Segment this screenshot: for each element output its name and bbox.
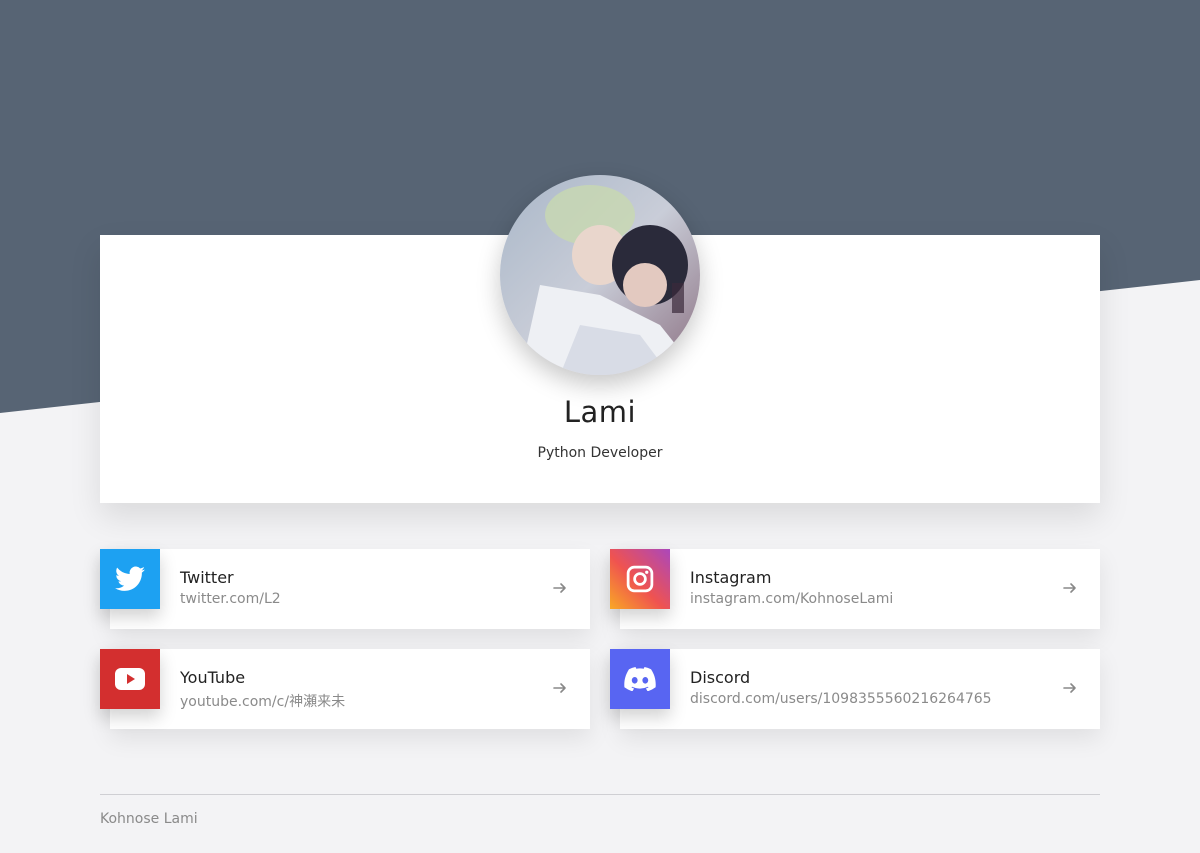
twitter-link-card[interactable]: Twitter twitter.com/L2 [100,549,590,629]
link-url: discord.com/users/1098355560216264765 [690,691,992,707]
instagram-icon [610,549,670,609]
profile-name: Lami [563,395,637,429]
youtube-link-card[interactable]: YouTube youtube.com/c/神瀬来未 [100,649,590,729]
link-title: Discord [690,668,751,687]
arrow-right-icon [553,583,566,593]
arrow-right-icon [1063,583,1076,593]
profile-role: Python Developer [537,445,663,461]
footer-text: Kohnose Lami [100,811,198,827]
link-url: instagram.com/KohnoseLami [690,591,894,607]
youtube-icon [100,649,160,709]
arrow-right-icon [1063,683,1076,693]
instagram-link-card[interactable]: Instagram instagram.com/KohnoseLami [610,549,1100,629]
arrow-right-icon [553,683,566,693]
link-title: Twitter [180,568,234,587]
twitter-icon [100,549,160,609]
link-url: youtube.com/c/神瀬来未 [180,694,346,710]
avatar [500,175,700,375]
link-url: twitter.com/L2 [180,591,281,607]
footer-divider [100,794,1100,795]
discord-link-card[interactable]: Discord discord.com/users/10983555602162… [610,649,1100,729]
link-title: YouTube [180,668,246,687]
link-title: Instagram [690,568,772,587]
discord-icon [610,649,670,709]
